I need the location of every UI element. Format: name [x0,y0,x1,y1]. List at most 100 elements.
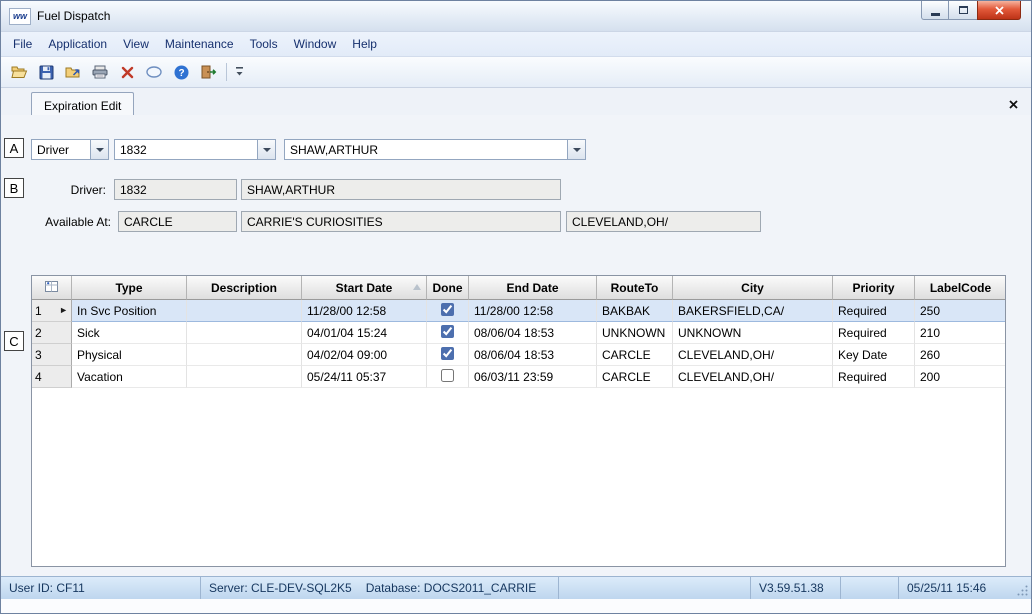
lookup-code-combo[interactable]: 1832 [114,139,276,160]
row-number: 1 [35,304,42,318]
tab-close-button[interactable] [1005,96,1021,112]
cell-end-date[interactable]: 06/03/11 23:59 [469,366,597,388]
cell-end-date[interactable]: 11/28/00 12:58 [469,300,597,322]
help-icon[interactable]: ? [169,60,193,84]
done-checkbox[interactable] [441,347,454,360]
grid-row[interactable]: 1 ► In Svc Position 11/28/00 12:58 11/28… [32,300,1006,322]
grid-row[interactable]: 4 ► Vacation 05/24/11 05:37 06/03/11 23:… [32,366,1006,388]
column-header-description[interactable]: Description [187,276,302,300]
cell-labelcode[interactable]: 210 [915,322,1006,344]
close-button[interactable] [977,1,1021,20]
cell-done[interactable] [427,344,469,366]
title-bar: ww Fuel Dispatch [1,1,1031,32]
column-header-start-date[interactable]: Start Date [302,276,427,300]
column-header-routeto[interactable]: RouteTo [597,276,673,300]
lookup-name-combo[interactable]: SHAW,ARTHUR [284,139,586,160]
grid-row[interactable]: 2 ► Sick 04/01/04 15:24 08/06/04 18:53 U… [32,322,1006,344]
column-header-city[interactable]: City [673,276,833,300]
menu-tools[interactable]: Tools [242,34,286,54]
status-user-id: User ID: CF11 [1,577,201,599]
driver-code-field[interactable]: 1832 [114,179,237,200]
cell-type[interactable]: In Svc Position [72,300,187,322]
column-header-priority[interactable]: Priority [833,276,915,300]
toolbar-overflow-button[interactable] [233,60,247,84]
menu-help[interactable]: Help [344,34,385,54]
dropdown-arrow-icon[interactable] [90,140,108,159]
cell-end-date[interactable]: 08/06/04 18:53 [469,344,597,366]
annotation-c: C [4,331,24,351]
menu-application[interactable]: Application [40,34,115,54]
svg-text:?: ? [178,68,184,79]
cell-description[interactable] [187,344,302,366]
menu-file[interactable]: File [5,34,40,54]
exit-icon[interactable] [196,60,220,84]
column-header-done[interactable]: Done [427,276,469,300]
done-checkbox[interactable] [441,369,454,382]
cell-labelcode[interactable]: 250 [915,300,1006,322]
lookup-code-value: 1832 [115,140,257,159]
cell-description[interactable] [187,366,302,388]
cell-labelcode[interactable]: 260 [915,344,1006,366]
print-icon[interactable] [88,60,112,84]
cell-routeto[interactable]: CARCLE [597,366,673,388]
cell-city[interactable]: UNKNOWN [673,322,833,344]
driver-name-field[interactable]: SHAW,ARTHUR [241,179,561,200]
menu-maintenance[interactable]: Maintenance [157,34,242,54]
save-icon[interactable] [34,60,58,84]
cell-end-date[interactable]: 08/06/04 18:53 [469,322,597,344]
column-header-type[interactable]: Type [72,276,187,300]
expiration-grid: Type Description Start Date Done End Dat… [31,275,1006,567]
column-header-end-date[interactable]: End Date [469,276,597,300]
cell-type[interactable]: Sick [72,322,187,344]
cell-routeto[interactable]: UNKNOWN [597,322,673,344]
maximize-button[interactable] [949,1,977,20]
cell-city[interactable]: BAKERSFIELD,CA/ [673,300,833,322]
resize-grip[interactable] [1011,577,1031,599]
cell-city[interactable]: CLEVELAND,OH/ [673,366,833,388]
cell-priority[interactable]: Key Date [833,344,915,366]
content-area: Driver 1832 SHAW,ARTHUR Driver: 1832 SHA… [1,115,1031,577]
dropdown-arrow-icon[interactable] [257,140,275,159]
dropdown-arrow-icon[interactable] [567,140,585,159]
cell-city[interactable]: CLEVELAND,OH/ [673,344,833,366]
cell-labelcode[interactable]: 200 [915,366,1006,388]
cell-start-date[interactable]: 11/28/00 12:58 [302,300,427,322]
cell-type[interactable]: Physical [72,344,187,366]
menu-window[interactable]: Window [286,34,345,54]
note-icon[interactable] [142,60,166,84]
done-checkbox[interactable] [441,325,454,338]
row-selector[interactable]: 4 ► [32,366,72,388]
available-at-label: Available At: [21,211,111,232]
cell-done[interactable] [427,300,469,322]
available-at-location-field[interactable]: CLEVELAND,OH/ [566,211,761,232]
row-selector[interactable]: 1 ► [32,300,72,322]
cell-start-date[interactable]: 04/01/04 15:24 [302,322,427,344]
delete-icon[interactable] [115,60,139,84]
folder-export-icon[interactable] [61,60,85,84]
cell-priority[interactable]: Required [833,322,915,344]
cell-start-date[interactable]: 04/02/04 09:00 [302,344,427,366]
cell-type[interactable]: Vacation [72,366,187,388]
cell-done[interactable] [427,322,469,344]
cell-description[interactable] [187,300,302,322]
cell-start-date[interactable]: 05/24/11 05:37 [302,366,427,388]
status-server-database: Server: CLE-DEV-SQL2K5 Database: DOCS201… [201,577,559,599]
column-header-labelcode[interactable]: LabelCode [915,276,1006,300]
row-selector[interactable]: 2 ► [32,322,72,344]
row-selector[interactable]: 3 ► [32,344,72,366]
done-checkbox[interactable] [441,303,454,316]
grid-row[interactable]: 3 ► Physical 04/02/04 09:00 08/06/04 18:… [32,344,1006,366]
minimize-button[interactable] [921,1,949,20]
cell-priority[interactable]: Required [833,300,915,322]
field-chooser-button[interactable] [32,276,72,300]
available-at-code-field[interactable]: CARCLE [118,211,237,232]
cell-priority[interactable]: Required [833,366,915,388]
cell-routeto[interactable]: BAKBAK [597,300,673,322]
menu-view[interactable]: View [115,34,157,54]
cell-routeto[interactable]: CARCLE [597,344,673,366]
available-at-name-field[interactable]: CARRIE'S CURIOSITIES [241,211,561,232]
open-folder-icon[interactable] [7,60,31,84]
cell-done[interactable] [427,366,469,388]
lookup-type-combo[interactable]: Driver [31,139,109,160]
cell-description[interactable] [187,322,302,344]
